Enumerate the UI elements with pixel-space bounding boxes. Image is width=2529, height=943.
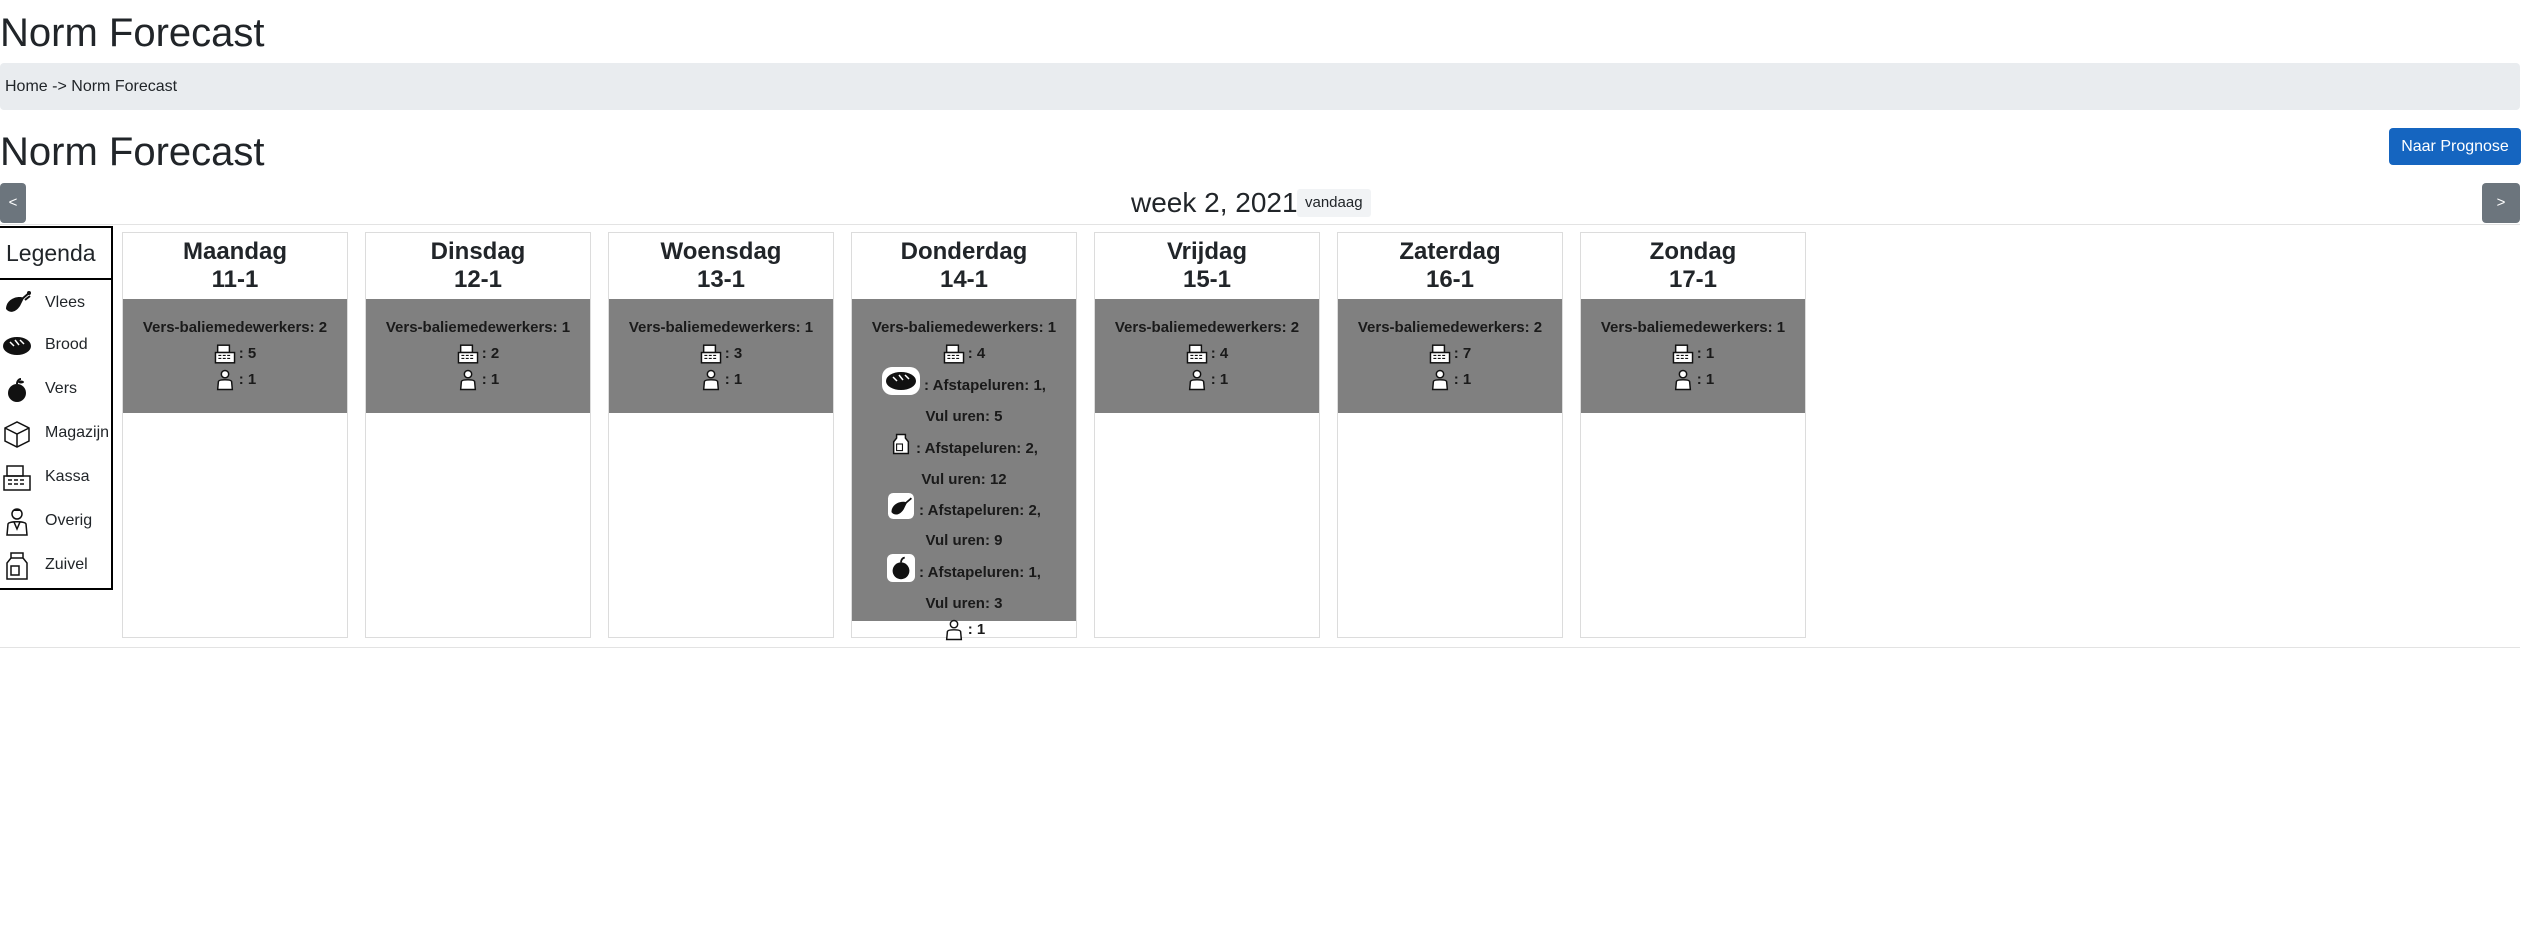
counter-staff-text: Vers-baliemedewerkers: 2 [1114, 319, 1300, 336]
milk-carton-icon [2, 551, 32, 581]
day-column-woensdag: Woensdag 13-1 Vers-baliemedewerkers: 1 : … [608, 232, 834, 638]
day-column-zondag: Zondag 17-1 Vers-baliemedewerkers: 1 : 1 … [1580, 232, 1806, 638]
bread-icon [882, 367, 921, 404]
day-name: Zaterdag [1399, 238, 1501, 265]
kassa-count: : 1 [1696, 345, 1715, 362]
milk-carton-icon [890, 430, 912, 467]
day-date: 11-1 [211, 266, 259, 293]
legend-title: Legenda [0, 228, 111, 280]
person-icon [457, 369, 479, 391]
day-name: Zondag [1649, 238, 1737, 265]
overig-count: : 1 [967, 621, 986, 638]
day-column-vrijdag: Vrijdag 15-1 Vers-baliemedewerkers: 2 : 4… [1094, 232, 1320, 638]
task-vers: : Afstapeluren: 1, Vul uren: 3 [852, 554, 1076, 617]
page-title: Norm Forecast [0, 130, 265, 174]
day-column-donderdag: Donderdag 14-1 Vers-baliemedewerkers: 1 :… [851, 232, 1077, 641]
day-forecast-block: Vers-baliemedewerkers: 2 : 4 : 1 [1095, 299, 1319, 413]
day-column-zaterdag: Zaterdag 16-1 Vers-baliemedewerkers: 2 : … [1337, 232, 1563, 638]
bread-icon [2, 331, 32, 361]
overig-count: : 1 [1453, 371, 1472, 388]
day-name: Donderdag [900, 238, 1028, 265]
person-icon [700, 369, 722, 391]
person-icon [943, 619, 965, 641]
legend-item-magazijn: Magazijn [0, 413, 111, 453]
kassa-count: : 4 [1210, 345, 1229, 362]
overig-count: : 1 [1696, 371, 1715, 388]
cash-register-icon [943, 343, 965, 365]
task-zuivel: : Afstapeluren: 2, Vul uren: 12 [852, 430, 1076, 493]
legend-item-zuivel: Zuivel [0, 545, 111, 585]
overig-count: : 1 [238, 371, 257, 388]
counter-staff-text: Vers-baliemedewerkers: 2 [142, 319, 328, 336]
counter-staff-text: Vers-baliemedewerkers: 1 [628, 319, 814, 336]
day-column-maandag: Maandag 11-1 Vers-baliemedewerkers: 2 : 5… [122, 232, 348, 638]
overig-count: : 1 [724, 371, 743, 388]
cash-register-icon [700, 343, 722, 365]
cash-register-icon [1429, 343, 1451, 365]
day-date: 13-1 [696, 266, 746, 293]
breadcrumb-separator: -> [52, 78, 67, 95]
legend-item-overig: Overig [0, 501, 111, 541]
day-date: 16-1 [1425, 266, 1475, 293]
previous-week-button[interactable]: < [0, 183, 26, 223]
day-forecast-block: Vers-baliemedewerkers: 2 : 5 : 1 [123, 299, 347, 413]
day-column-dinsdag: Dinsdag 12-1 Vers-baliemedewerkers: 1 : 2… [365, 232, 591, 638]
meat-icon [2, 289, 32, 319]
day-forecast-block: Vers-baliemedewerkers: 1 : 3 : 1 [609, 299, 833, 413]
breadcrumb-home-link[interactable]: Home [5, 78, 48, 95]
legend-item-brood: Brood [0, 325, 111, 365]
day-name: Woensdag [660, 238, 782, 265]
day-forecast-block: Vers-baliemedewerkers: 1 : 4 : Afstapelu… [852, 299, 1076, 641]
day-name: Vrijdag [1166, 238, 1248, 265]
counter-staff-text: Vers-baliemedewerkers: 2 [1357, 319, 1543, 336]
legend-item-vers: Vers [0, 369, 111, 409]
day-name: Maandag [182, 238, 287, 265]
day-forecast-block: Vers-baliemedewerkers: 1 : 1 : 1 [1581, 299, 1805, 413]
day-forecast-block: Vers-baliemedewerkers: 2 : 7 : 1 [1338, 299, 1562, 413]
apple-icon [887, 554, 916, 591]
person-icon [214, 369, 236, 391]
legend-item-vlees: Vlees [0, 283, 111, 323]
kassa-count: : 2 [481, 345, 500, 362]
task-vlees: : Afstapeluren: 2, Vul uren: 9 [852, 493, 1076, 554]
kassa-count: : 3 [724, 345, 743, 362]
person-icon [1429, 369, 1451, 391]
box-icon [2, 419, 32, 449]
cash-register-icon [2, 463, 32, 493]
day-date: 12-1 [453, 266, 503, 293]
day-forecast-block: Vers-baliemedewerkers: 1 : 2 : 1 [366, 299, 590, 413]
overig-count: : 1 [1210, 371, 1229, 388]
kassa-count: : 4 [967, 345, 986, 362]
cash-register-icon [1186, 343, 1208, 365]
breadcrumb-current: Norm Forecast [71, 78, 178, 95]
task-brood: : Afstapeluren: 1, Vul uren: 5 [852, 367, 1076, 430]
cash-register-icon [214, 343, 236, 365]
day-name: Dinsdag [430, 238, 526, 265]
person-icon [1186, 369, 1208, 391]
next-week-button[interactable]: > [2482, 183, 2520, 223]
person-icon [1672, 369, 1694, 391]
cash-register-icon [457, 343, 479, 365]
legend-item-kassa: Kassa [0, 457, 111, 497]
legend-panel: Legenda Vlees Brood Vers Magazijn Kassa … [0, 226, 113, 590]
day-date: 14-1 [939, 266, 989, 293]
meat-icon [887, 493, 915, 528]
counter-staff-text: Vers-baliemedewerkers: 1 [1600, 319, 1786, 336]
day-date: 15-1 [1182, 266, 1232, 293]
app-title: Norm Forecast [0, 11, 265, 55]
counter-staff-text: Vers-baliemedewerkers: 1 [871, 319, 1057, 336]
kassa-count: : 5 [238, 345, 257, 362]
naar-prognose-button[interactable]: Naar Prognose [2389, 128, 2521, 165]
today-button[interactable]: vandaag [1297, 189, 1371, 217]
breadcrumb: Home -> Norm Forecast [0, 63, 2520, 110]
week-label: week 2, 2021 [1131, 187, 1298, 218]
overig-count: : 1 [481, 371, 500, 388]
kassa-count: : 7 [1453, 345, 1472, 362]
cash-register-icon [1672, 343, 1694, 365]
person-icon [2, 507, 32, 537]
day-date: 17-1 [1668, 266, 1718, 293]
counter-staff-text: Vers-baliemedewerkers: 1 [385, 319, 571, 336]
apple-icon [2, 375, 32, 405]
